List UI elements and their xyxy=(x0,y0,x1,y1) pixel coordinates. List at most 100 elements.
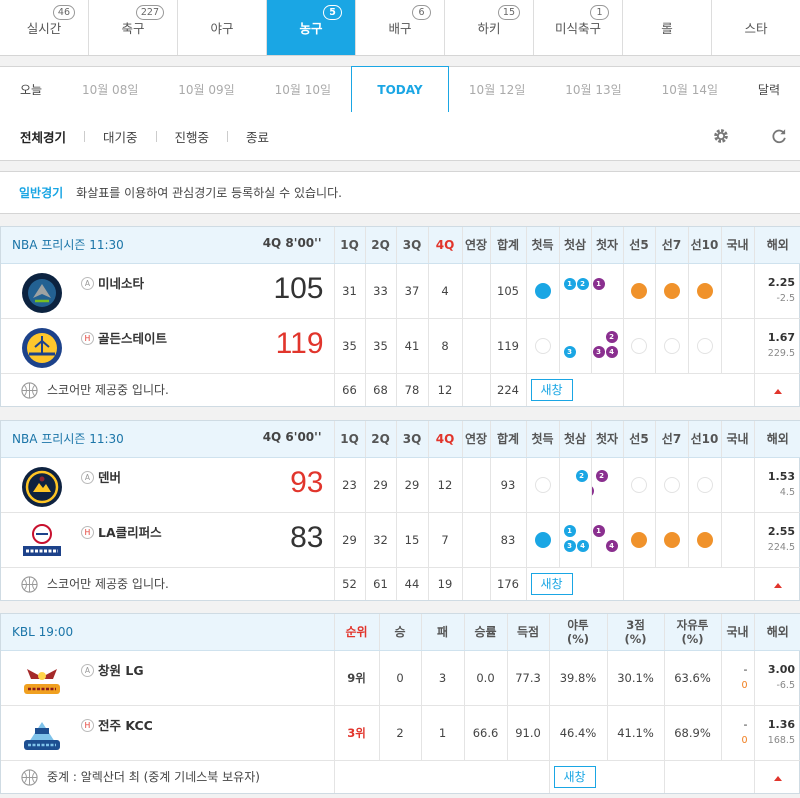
refresh-icon[interactable] xyxy=(770,127,788,145)
filter-all[interactable]: 전체경기 xyxy=(20,127,66,146)
collapse-arrow-icon[interactable] xyxy=(773,775,782,781)
tab-basketball[interactable]: 농구 5 xyxy=(267,0,356,55)
col-to7: 선7 xyxy=(654,227,688,264)
domestic-odds[interactable]: -0 xyxy=(720,705,754,761)
date-item[interactable]: 10월 09일 xyxy=(158,67,254,112)
new-window-button[interactable]: 새창 xyxy=(530,572,573,595)
overseas-odds[interactable]: 3.00 -6.5 xyxy=(753,650,800,706)
home-mark: H xyxy=(81,718,94,732)
overseas-odds[interactable]: 2.55 224.5 xyxy=(753,512,800,568)
count-badge: 1 xyxy=(590,5,609,20)
first-3pt-cell: 2 xyxy=(558,457,591,513)
date-item[interactable]: 10월 10일 xyxy=(255,67,351,112)
quarter-badge: 4 xyxy=(605,539,618,552)
sports-tab-bar: 실시간 46 축구 227 야구 농구 5 배구 6 하키 15 미식축구 1 롤 스타 xyxy=(0,0,800,56)
tab-lol[interactable]: 롤 xyxy=(623,0,712,55)
q3-score: 37 xyxy=(395,263,428,319)
fg-value: 39.8% xyxy=(548,650,607,706)
tab-hockey[interactable]: 하키 15 xyxy=(445,0,534,55)
first-score-cell xyxy=(525,318,559,374)
empty-cell xyxy=(333,760,549,793)
notice-bar: 일반경기 화살표를 이용하여 관심경기로 등록하실 수 있습니다. xyxy=(0,171,800,214)
new-window-button[interactable]: 새창 xyxy=(530,378,573,401)
date-today[interactable]: TODAY xyxy=(350,66,449,113)
ot-score xyxy=(461,457,490,513)
gear-icon[interactable] xyxy=(712,127,730,145)
col-ot: 연장 xyxy=(461,421,490,458)
tab-starcraft[interactable]: 스타 xyxy=(712,0,800,55)
tab-football[interactable]: 미식축구 1 xyxy=(534,0,623,55)
sum-q3: 78 xyxy=(395,373,428,406)
game-header-row: NBA 프리시즌 11:30 4Q 6'00'' 1Q 2Q 3Q 4Q 연장 합… xyxy=(1,421,800,458)
count-badge: 6 xyxy=(412,5,431,20)
overseas-odds[interactable]: 1.53 4.5 xyxy=(753,457,800,513)
q3-score: 29 xyxy=(395,457,428,513)
status-filter-bar: 전체경기 대기중 진행중 종료 xyxy=(0,112,800,161)
filter-live[interactable]: 진행중 xyxy=(175,127,210,146)
col-first-3pt: 첫삼 xyxy=(558,227,591,264)
overseas-odds[interactable]: 1.67 229.5 xyxy=(753,318,800,374)
calendar-button[interactable]: 달력 xyxy=(738,67,800,112)
to10-cell xyxy=(687,512,721,568)
filter-ended[interactable]: 종료 xyxy=(246,127,269,146)
notice-text: 화살표를 이용하여 관심경기로 등록하실 수 있습니다. xyxy=(76,186,342,200)
domestic-odds xyxy=(720,512,754,568)
date-item[interactable]: 10월 08일 xyxy=(62,67,158,112)
basketball-icon xyxy=(21,768,38,786)
date-item[interactable]: 10월 13일 xyxy=(545,67,641,112)
domestic-odds xyxy=(720,457,754,513)
divider xyxy=(84,130,86,142)
team-cell: A 미네소타 105 xyxy=(1,263,334,319)
team-name: 덴버 xyxy=(98,469,122,485)
win-rate-value: 66.6 xyxy=(463,705,507,761)
league-time: NBA 프리시즌 11:30 4Q 8'00'' xyxy=(1,227,334,264)
collapse-arrow-icon[interactable] xyxy=(773,582,782,588)
q4-score: 7 xyxy=(427,512,462,568)
to7-cell xyxy=(654,318,688,374)
col-q3: 3Q xyxy=(395,227,428,264)
total-score: 83 xyxy=(489,512,526,568)
losses-value: 1 xyxy=(420,705,464,761)
tab-volleyball[interactable]: 배구 6 xyxy=(356,0,445,55)
tab-baseball[interactable]: 야구 xyxy=(178,0,267,55)
tab-realtime[interactable]: 실시간 46 xyxy=(0,0,89,55)
clippers-logo xyxy=(23,523,61,556)
filter-waiting[interactable]: 대기중 xyxy=(103,127,138,146)
quarter-badge: 4 xyxy=(605,345,618,358)
team-row-away: A 창원 LG 9위 0 3 0.0 77.3 39.8% 30.1% 63.6… xyxy=(1,650,800,706)
to7-cell xyxy=(654,457,688,513)
quarter-badge: 3 xyxy=(592,484,594,497)
collapse-arrow-icon[interactable] xyxy=(773,388,782,394)
q4-score: 12 xyxy=(427,457,462,513)
collapse-cell xyxy=(753,760,800,793)
sum-q4: 19 xyxy=(427,567,462,600)
achieved-dot xyxy=(631,531,647,548)
col-first-ft: 첫자 xyxy=(590,227,623,264)
to5-cell xyxy=(622,318,655,374)
first-ft-cell: 2 3 xyxy=(590,457,623,513)
game-card-3: KBL 19:00 순위 승 패 승률 득점 야투 (%) 3점 (%) 자유투 (%… xyxy=(0,613,800,794)
empty-cell xyxy=(622,373,754,406)
date-item[interactable]: 10월 12일 xyxy=(449,67,545,112)
new-window-button[interactable]: 새창 xyxy=(553,765,596,788)
tab-soccer[interactable]: 축구 227 xyxy=(89,0,178,55)
first-3pt-cell: 3 xyxy=(558,318,591,374)
sum-q1: 52 xyxy=(333,567,365,600)
overseas-odds[interactable]: 1.36 168.5 xyxy=(753,705,800,761)
sum-q4: 12 xyxy=(427,373,462,406)
total-score: 105 xyxy=(489,263,526,319)
domestic-odds[interactable]: -0 xyxy=(720,650,754,706)
col-first-3pt: 첫삼 xyxy=(558,421,591,458)
quarter-badge: 2 xyxy=(595,469,608,482)
today-button[interactable]: 오늘 xyxy=(0,67,62,112)
date-item[interactable]: 10월 14일 xyxy=(642,67,738,112)
count-badge: 46 xyxy=(52,5,75,20)
col-ot: 연장 xyxy=(461,227,490,264)
to5-cell xyxy=(622,457,655,513)
to5-cell xyxy=(622,263,655,319)
league-time: NBA 프리시즌 11:30 4Q 6'00'' xyxy=(1,421,334,458)
points-value: 77.3 xyxy=(506,650,549,706)
col-to7: 선7 xyxy=(654,421,688,458)
overseas-odds[interactable]: 2.25 -2.5 xyxy=(753,263,800,319)
team-name: 전주 KCC xyxy=(98,717,153,733)
